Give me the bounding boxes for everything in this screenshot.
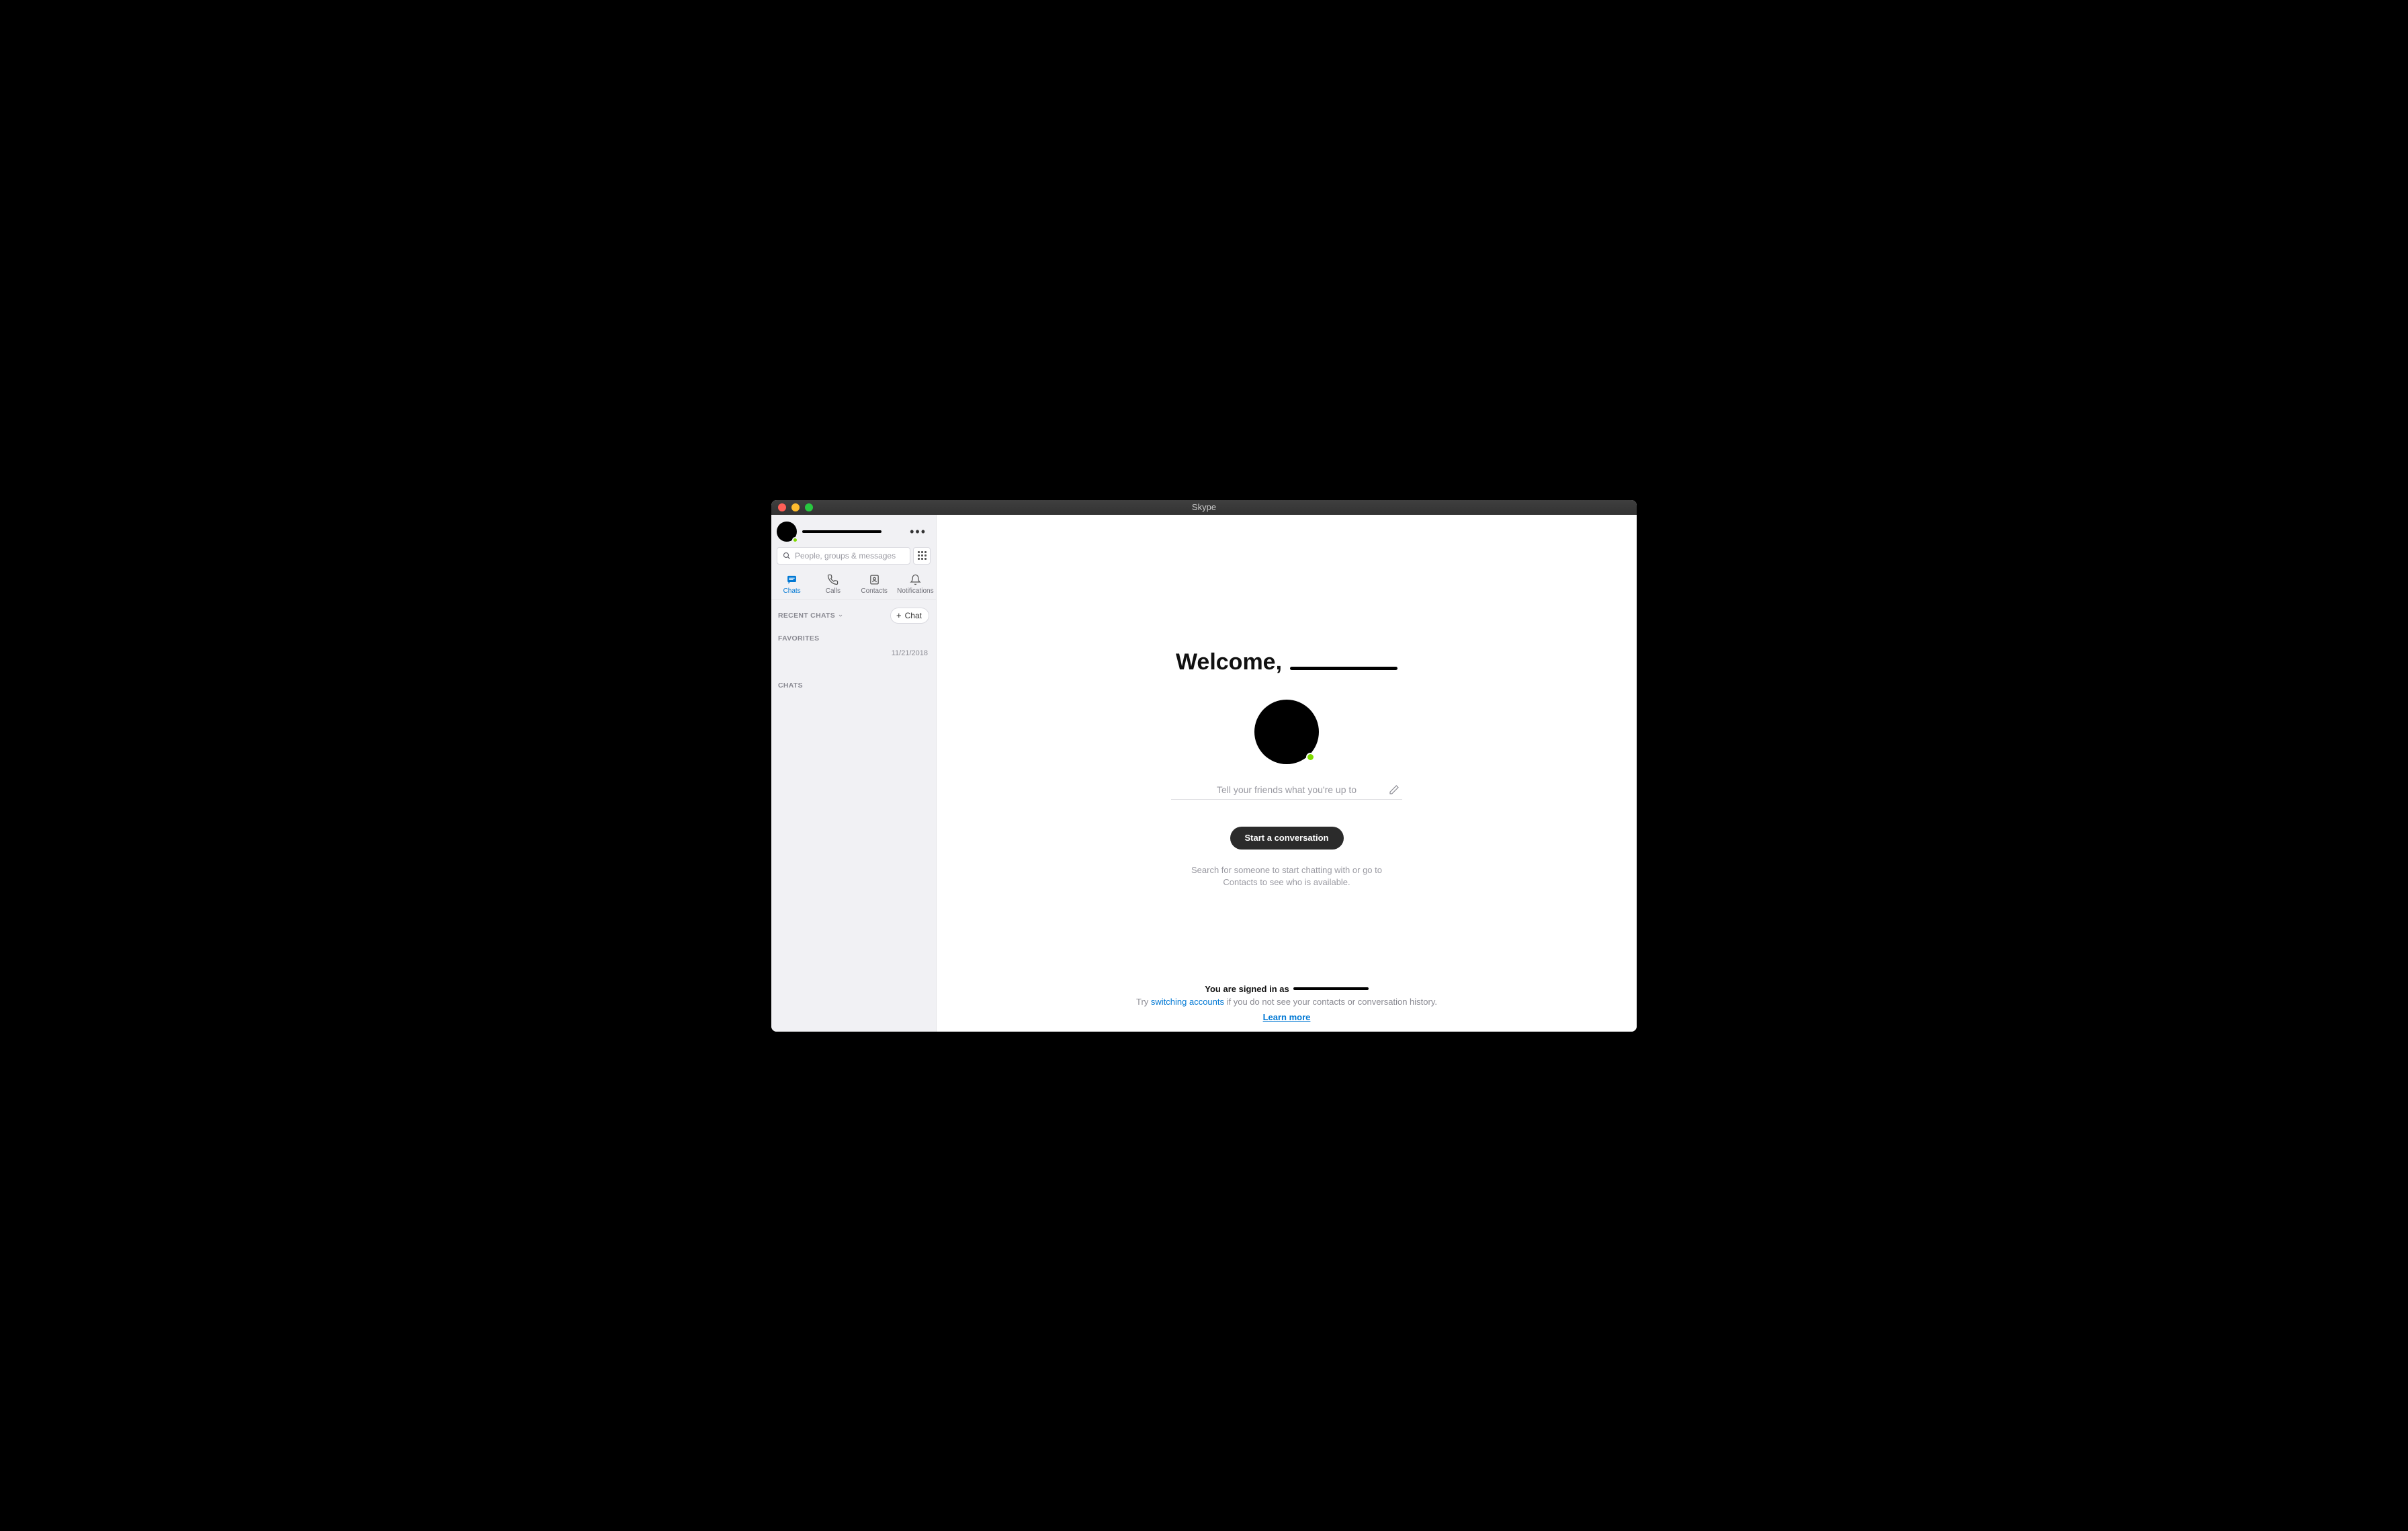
- bell-icon: [910, 574, 921, 585]
- contacts-icon: [869, 574, 880, 585]
- switch-accounts-line: Try switching accounts if you do not see…: [937, 997, 1637, 1007]
- username-label: [802, 530, 882, 533]
- tab-notifications[interactable]: Notifications: [895, 570, 936, 599]
- search-icon: [783, 552, 791, 560]
- pencil-icon[interactable]: [1389, 784, 1400, 795]
- chats-header: CHATS: [771, 675, 936, 692]
- new-chat-label: Chat: [905, 611, 922, 620]
- tab-calls[interactable]: Calls: [812, 570, 853, 599]
- main-pane: Welcome, Start a conversation Search for…: [937, 515, 1637, 1032]
- mood-row: [1171, 784, 1402, 800]
- welcome-prefix: Welcome,: [1176, 649, 1282, 675]
- profile-row[interactable]: •••: [771, 515, 936, 547]
- dialpad-button[interactable]: [913, 547, 931, 565]
- favorite-item[interactable]: 11/21/2018: [771, 645, 936, 661]
- search-box[interactable]: [777, 547, 910, 565]
- calls-icon: [827, 574, 838, 585]
- tab-chats[interactable]: Chats: [771, 570, 812, 599]
- sidebar: •••: [771, 515, 937, 1032]
- learn-more-link[interactable]: Learn more: [1263, 1012, 1311, 1022]
- online-status-icon: [1306, 753, 1315, 761]
- titlebar: Skype: [771, 500, 1637, 515]
- favorites-header: FAVORITES: [771, 628, 936, 645]
- signed-in-prefix: You are signed in as: [1205, 984, 1289, 994]
- start-conversation-button[interactable]: Start a conversation: [1230, 827, 1344, 850]
- dialpad-icon: [918, 551, 927, 560]
- try-prefix: Try: [1136, 997, 1151, 1007]
- footer: You are signed in as Try switching accou…: [937, 984, 1637, 1022]
- tab-label: Contacts: [861, 587, 887, 595]
- tab-contacts[interactable]: Contacts: [854, 570, 895, 599]
- section-header-label: RECENT CHATS: [778, 612, 835, 620]
- chevron-down-icon: [838, 613, 843, 618]
- welcome-name: [1290, 667, 1398, 670]
- search-input[interactable]: [795, 551, 904, 561]
- tab-label: Notifications: [897, 587, 933, 595]
- recent-chats-header[interactable]: RECENT CHATS: [778, 612, 843, 620]
- favorite-date: 11/21/2018: [892, 649, 928, 657]
- nav-tabs: Chats Calls Contacts: [771, 570, 936, 599]
- mood-input[interactable]: [1171, 784, 1402, 795]
- plus-icon: +: [896, 611, 902, 620]
- new-chat-button[interactable]: + Chat: [890, 608, 929, 624]
- try-suffix: if you do not see your contacts or conve…: [1224, 997, 1437, 1007]
- tab-label: Chats: [783, 587, 801, 595]
- switching-accounts-link[interactable]: switching accounts: [1151, 997, 1224, 1007]
- more-menu-button[interactable]: •••: [906, 527, 931, 536]
- online-status-icon: [792, 537, 798, 543]
- chats-icon: [786, 574, 798, 585]
- avatar-large[interactable]: [1254, 700, 1319, 764]
- welcome-title: Welcome,: [1176, 649, 1398, 675]
- app-window: Skype •••: [771, 500, 1637, 1032]
- window-title: Skype: [771, 502, 1637, 512]
- tab-label: Calls: [826, 587, 841, 595]
- signed-in-as: You are signed in as: [1205, 984, 1368, 994]
- signed-in-username: [1293, 987, 1369, 990]
- avatar[interactable]: [777, 522, 797, 542]
- welcome-block: Welcome, Start a conversation Search for…: [937, 649, 1637, 888]
- hint-text: Search for someone to start chatting wit…: [1186, 864, 1387, 888]
